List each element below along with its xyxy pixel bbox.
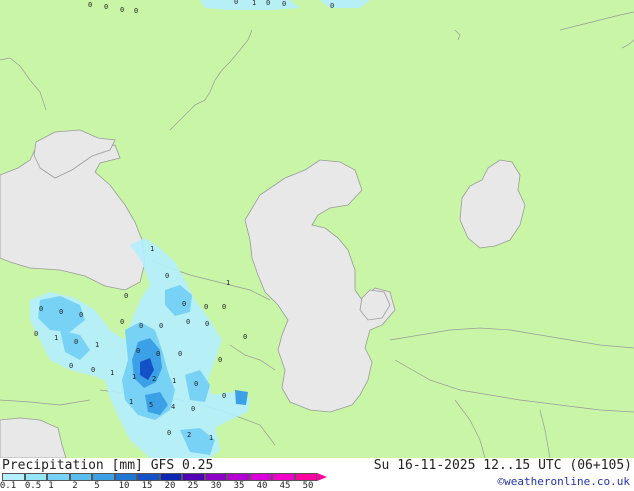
precip-label: 0: [266, 0, 270, 7]
scale-swatch: [114, 473, 137, 481]
precip-label: 0: [79, 311, 83, 319]
precip-label: 2: [152, 375, 156, 383]
precip-label: 0: [136, 347, 140, 355]
scale-swatch: [182, 473, 205, 481]
precip-label: 0: [167, 429, 171, 437]
scale-swatch: [47, 473, 70, 481]
precip-label: 0: [191, 405, 195, 413]
scale-swatch: [249, 473, 272, 481]
scale-swatch: [204, 473, 227, 481]
precip-label: 0: [69, 362, 73, 370]
precip-label: 1: [209, 434, 213, 442]
precip-label: 0: [120, 6, 124, 14]
precip-label: 0: [222, 303, 226, 311]
legend-footer: Precipitation [mm] GFS 0.25 Su 16-11-202…: [0, 458, 634, 491]
precip-label: 1: [132, 373, 136, 381]
precip-label: 0: [139, 322, 143, 330]
weather-map: 0 0 0 0 0 1 0 0 0 1 0 0 0 0 0 1 0 0 0 0 0 0 0 0 0 0 1 0 1 0 0 1 0 0 0 1 2 1 0 1…: [0, 0, 634, 458]
precip-label: 1: [110, 369, 114, 377]
precip-label: 1: [95, 341, 99, 349]
scale-swatch: [272, 473, 295, 481]
precip-label: 0: [186, 318, 190, 326]
scale-swatch: [69, 473, 92, 481]
precip-label: 0: [124, 292, 128, 300]
scale-arrow: [317, 473, 327, 481]
credit-link[interactable]: ©weatheronline.co.uk: [498, 475, 630, 488]
map-canvas: 0 0 0 0 0 1 0 0 0 1 0 0 0 0 0 1 0 0 0 0 0 0 0 0 0 0 1 0 1 0 0 1 0 0 0 1 2 1 0 1…: [0, 0, 634, 458]
precip-label: 0: [182, 300, 186, 308]
precip-label: 5: [149, 401, 153, 409]
precip-label: 0: [104, 3, 108, 11]
precip-label: 0: [159, 322, 163, 330]
scale-swatch: [294, 473, 317, 481]
scale-swatch: [159, 473, 182, 481]
map-title: Precipitation [mm] GFS 0.25: [2, 458, 214, 473]
precip-label: 0: [156, 350, 160, 358]
precip-label: 1: [226, 279, 230, 287]
scale-swatch: [227, 473, 250, 481]
precip-label: 1: [54, 334, 58, 342]
scale-swatch: [92, 473, 115, 481]
precip-label: 0: [204, 303, 208, 311]
precip-label: 0: [243, 333, 247, 341]
scale-swatch: [137, 473, 160, 481]
scale-swatch: [2, 473, 25, 481]
scale-swatch: [24, 473, 47, 481]
precip-label: 0: [282, 0, 286, 8]
precip-label: 0: [165, 272, 169, 280]
precip-label: 1: [172, 377, 176, 385]
precip-label: 0: [59, 308, 63, 316]
precip-label: 0: [234, 0, 238, 6]
precip-label: 0: [330, 2, 334, 10]
mediterranean-sea: [0, 417, 67, 458]
precip-label: 1: [129, 398, 133, 406]
caspian-sea: [244, 159, 396, 413]
precip-label: 0: [88, 1, 92, 9]
precip-label: 0: [205, 320, 209, 328]
precip-label: 0: [74, 338, 78, 346]
valid-time: Su 16-11-2025 12..15 UTC (06+105): [373, 458, 632, 473]
precip-label: 4: [171, 403, 175, 411]
precip-label: 0: [34, 330, 38, 338]
precip-label: 1: [252, 0, 256, 7]
precip-label: 0: [120, 318, 124, 326]
precip-label: 0: [222, 392, 226, 400]
precip-label: 0: [134, 7, 138, 15]
aral-sea: [459, 159, 526, 249]
precip-label: 0: [39, 305, 43, 313]
precip-label: 2: [187, 431, 191, 439]
precip-label: 0: [194, 380, 198, 388]
color-scale: [2, 473, 328, 481]
precip-label: 0: [218, 356, 222, 364]
precip-label: 0: [91, 366, 95, 374]
precip-label: 1: [150, 245, 154, 253]
precip-label: 0: [178, 350, 182, 358]
